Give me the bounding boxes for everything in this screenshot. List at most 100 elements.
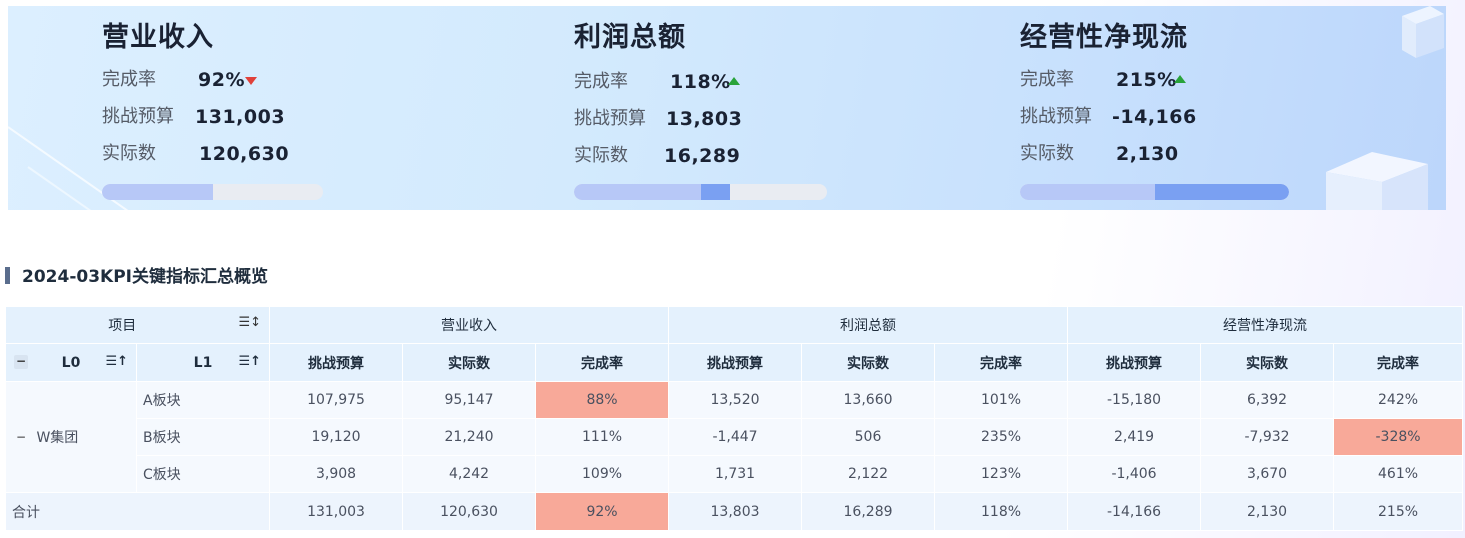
kpi-progress-bar [1020, 184, 1289, 200]
table-cell: -1,406 [1067, 455, 1202, 493]
table-subheader-row: − L0 ☰↑ L1 ☰↑ 挑战预算 实际数 完成率 挑战预算 实际数 完成率 … [5, 343, 1464, 382]
header-group-revenue: 营业收入 [269, 306, 670, 344]
table-cell: 109% [535, 455, 670, 493]
table-cell: 3,908 [269, 455, 404, 493]
table-cell: 13,803 [668, 492, 803, 531]
table-cell: 111% [535, 418, 670, 456]
table-cell: 120,630 [402, 492, 537, 531]
kpi-budget-label: 挑战预算 [102, 106, 174, 127]
cube-decoration-icon [1402, 6, 1444, 58]
kpi-rate-label: 完成率 [574, 71, 628, 92]
kpi-budget-label: 挑战预算 [574, 108, 646, 129]
kpi-budget-value: 13,803 [666, 108, 743, 130]
subheader-actual: 实际数 [801, 343, 936, 382]
group-cell: − W集团 [5, 381, 137, 493]
sort-icon[interactable]: ☰↕ [238, 315, 261, 330]
progress-fill [574, 184, 701, 200]
trend-up-icon [1174, 75, 1186, 83]
subheader-actual: 实际数 [1200, 343, 1335, 382]
table-cell: 461% [1333, 455, 1464, 493]
group-label: W集团 [36, 430, 79, 446]
table-cell: 19,120 [269, 418, 404, 456]
table-cell: -7,932 [1200, 418, 1335, 456]
table-cell-highlight: 88% [535, 381, 670, 419]
table-cell-highlight: 92% [535, 492, 670, 531]
subheader-budget: 挑战预算 [269, 343, 404, 382]
trend-up-icon [728, 77, 740, 85]
subheader-rate: 完成率 [1333, 343, 1464, 382]
table-cell: 2,419 [1067, 418, 1202, 456]
header-item-cell: 项目 ☰↕ [4, 306, 271, 344]
total-label: 合计 [4, 492, 271, 531]
table-cell: 506 [801, 418, 936, 456]
table-cell: 215% [1333, 492, 1464, 531]
header-l1-label: L1 [193, 354, 213, 371]
header-group-cashflow: 经营性净现流 [1067, 306, 1464, 344]
subheader-budget: 挑战预算 [668, 343, 803, 382]
kpi-actual-value: 16,289 [664, 145, 741, 167]
table-cell: 242% [1333, 381, 1464, 419]
table-cell: 13,520 [668, 381, 803, 419]
kpi-card-cashflow: 经营性净现流 完成率 215% 挑战预算 -14,166 实际数 2,130 [1020, 20, 1289, 200]
collapse-icon[interactable]: − [14, 431, 28, 445]
table-cell: 235% [934, 418, 1069, 456]
kpi-actual-label: 实际数 [574, 145, 628, 166]
table-cell: 118% [934, 492, 1069, 531]
table-row: B板块 19,120 21,240 111% -1,447 506 235% 2… [6, 418, 1464, 456]
table-row: C板块 3,908 4,242 109% 1,731 2,122 123% -1… [6, 455, 1464, 493]
table-cell: 21,240 [402, 418, 537, 456]
kpi-actual-value: 2,130 [1116, 143, 1179, 165]
sort-icon[interactable]: ☰↑ [105, 354, 128, 369]
header-item-label: 项目 [108, 318, 137, 334]
kpi-banner: 营业收入 完成率 92% 挑战预算 131,003 实际数 120,630 利润… [8, 6, 1446, 210]
kpi-progress-bar [574, 184, 827, 200]
kpi-card-profit: 利润总额 完成率 118% 挑战预算 13,803 实际数 16,289 [574, 20, 827, 200]
table-cell: 2,130 [1200, 492, 1335, 531]
header-l1-cell: L1 ☰↑ [135, 343, 271, 382]
table-cell: -15,180 [1067, 381, 1202, 419]
table-cell: 6,392 [1200, 381, 1335, 419]
collapse-all-icon[interactable]: − [14, 355, 28, 369]
header-l0-label: L0 [61, 354, 81, 371]
kpi-budget-value: -14,166 [1112, 106, 1197, 128]
header-l0-cell: − L0 ☰↑ [5, 343, 137, 382]
kpi-actual-label: 实际数 [1020, 143, 1074, 164]
table-cell: 131,003 [269, 492, 404, 531]
table-cell: -14,166 [1067, 492, 1202, 531]
kpi-title: 营业收入 [102, 22, 214, 53]
table-cell: 4,242 [402, 455, 537, 493]
table-cell: 107,975 [269, 381, 404, 419]
progress-fill [1020, 184, 1155, 200]
sort-icon[interactable]: ☰↑ [238, 354, 261, 369]
kpi-summary-table: 项目 ☰↕ 营业收入 利润总额 经营性净现流 − L0 ☰↑ L1 ☰↑ 挑战预… [4, 306, 1464, 531]
table-cell: -1,447 [668, 418, 803, 456]
progress-fill-current [1155, 184, 1289, 200]
table-cell: 1,731 [668, 455, 803, 493]
kpi-progress-bar [102, 184, 323, 200]
table-cell: 95,147 [402, 381, 537, 419]
table-row: − W集团 A板块 107,975 95,147 88% 13,520 13,6… [5, 381, 1464, 493]
progress-fill-current [701, 184, 730, 200]
section-title-text: 2024-03KPI关键指标汇总概览 [22, 267, 268, 287]
l1-label: C板块 [135, 455, 271, 493]
table-cell: 101% [934, 381, 1069, 419]
table-total-row: 合计 131,003 120,630 92% 13,803 16,289 118… [4, 492, 1464, 531]
kpi-title: 利润总额 [574, 22, 686, 53]
table-cell: 3,670 [1200, 455, 1335, 493]
kpi-rate-label: 完成率 [1020, 69, 1074, 90]
subheader-actual: 实际数 [402, 343, 537, 382]
table-cell: 13,660 [801, 381, 936, 419]
table-cell-highlight: -328% [1333, 418, 1464, 456]
kpi-actual-label: 实际数 [102, 143, 156, 164]
section-title: 2024-03KPI关键指标汇总概览 [5, 266, 268, 288]
table-header-row: 项目 ☰↕ 营业收入 利润总额 经营性净现流 [4, 306, 1464, 344]
kpi-rate-value: 92% [198, 69, 245, 91]
kpi-rate-label: 完成率 [102, 69, 156, 90]
l1-label: B板块 [135, 418, 271, 456]
subheader-rate: 完成率 [535, 343, 670, 382]
kpi-actual-value: 120,630 [199, 143, 290, 165]
kpi-budget-value: 131,003 [195, 106, 286, 128]
header-group-profit: 利润总额 [668, 306, 1069, 344]
kpi-title: 经营性净现流 [1020, 22, 1188, 53]
kpi-card-revenue: 营业收入 完成率 92% 挑战预算 131,003 实际数 120,630 [102, 20, 323, 200]
